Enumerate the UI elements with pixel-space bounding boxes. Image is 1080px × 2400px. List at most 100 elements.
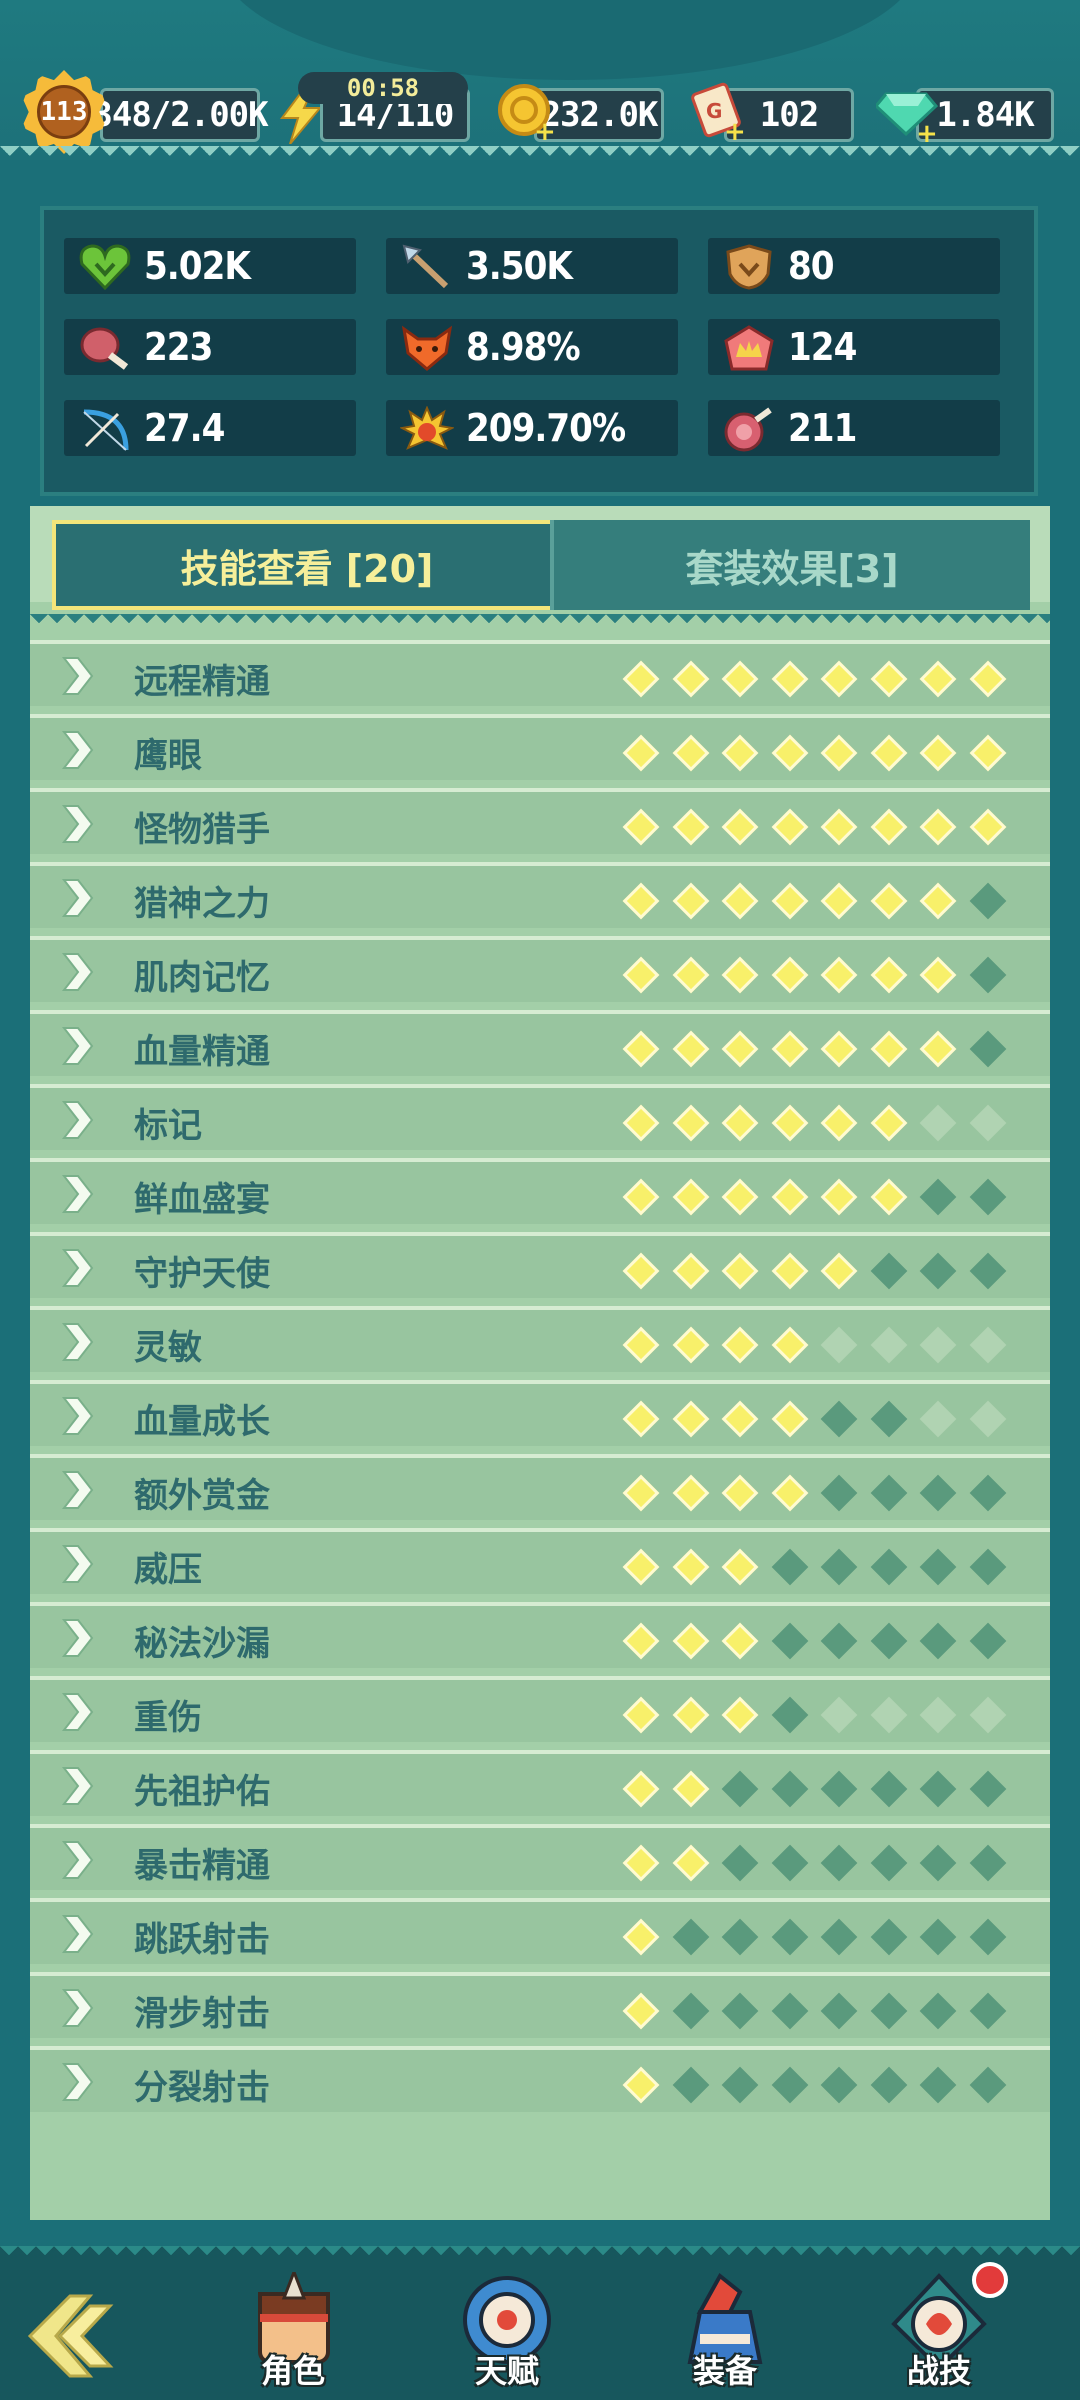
level-pip-empty xyxy=(771,1918,808,1956)
skill-name: 血量精通 xyxy=(134,1032,270,1072)
skill-row[interactable]: 分裂射击 xyxy=(30,2046,1050,2112)
level-pip-filled xyxy=(622,660,660,698)
stat-item: 5.02K xyxy=(64,238,356,294)
chevron-right-icon xyxy=(58,1024,98,1068)
skill-row[interactable]: 先祖护佑 xyxy=(30,1750,1050,1816)
level-pip-filled xyxy=(721,734,759,772)
skill-level-pips xyxy=(622,1622,1006,1660)
level-pip-filled xyxy=(622,1992,660,2030)
crown-icon xyxy=(722,325,776,371)
gold-coin-icon: + xyxy=(498,84,556,144)
nav-character[interactable]: 角色 xyxy=(228,2272,358,2400)
level-pip-empty xyxy=(771,1622,808,1660)
level-value: 113 xyxy=(37,85,91,139)
energy-timer: 00:58 xyxy=(298,72,468,104)
skill-name: 分裂射击 xyxy=(134,2068,270,2108)
level-pip-empty xyxy=(721,2066,759,2104)
chevron-right-icon xyxy=(58,1246,98,1290)
level-pip-filled xyxy=(672,956,709,994)
chevron-right-icon xyxy=(58,1838,98,1882)
stats-panel: 5.02K 3.50K 80 223 8.98% 124 27.4 209.70% 211 xyxy=(40,206,1038,496)
level-pip-empty xyxy=(771,1548,808,1586)
level-pip-filled xyxy=(771,1030,808,1068)
skill-name: 灵敏 xyxy=(134,1328,202,1368)
tab-set-effects[interactable]: 套装效果[3] xyxy=(550,520,1030,610)
level-pip-filled xyxy=(721,1030,759,1068)
level-pip-filled xyxy=(820,1104,858,1142)
skill-row[interactable]: 秘法沙漏 xyxy=(30,1602,1050,1668)
skill-name: 肌肉记忆 xyxy=(134,958,270,998)
skill-row[interactable]: 血量成长 xyxy=(30,1380,1050,1446)
skill-name: 鲜血盛宴 xyxy=(134,1180,270,1220)
skill-row[interactable]: 肌肉记忆 xyxy=(30,936,1050,1002)
level-pip-filled xyxy=(820,1178,858,1216)
level-pip-empty xyxy=(969,1548,1006,1586)
chevron-right-icon xyxy=(58,802,98,846)
skill-row[interactable]: 暴击精通 xyxy=(30,1824,1050,1890)
level-pip-filled xyxy=(622,882,660,920)
stat-item: 80 xyxy=(708,238,1000,294)
spear-icon xyxy=(400,244,454,290)
tab-skill-view[interactable]: 技能查看 [20] xyxy=(52,520,562,610)
level-pip-empty xyxy=(919,1104,957,1142)
back-arrow-icon[interactable] xyxy=(20,2286,130,2386)
skill-row[interactable]: 守护天使 xyxy=(30,1232,1050,1298)
level-pip-filled xyxy=(771,808,808,846)
level-pip-filled xyxy=(622,1696,660,1734)
chevron-right-icon xyxy=(58,654,98,698)
header-divider xyxy=(0,146,1080,166)
heart-icon xyxy=(78,244,132,291)
level-pip-filled xyxy=(672,1770,709,1808)
level-pip-filled xyxy=(771,1400,808,1438)
level-pip-filled xyxy=(919,734,957,772)
skill-row[interactable]: 血量精通 xyxy=(30,1010,1050,1076)
skill-row[interactable]: 远程精通 xyxy=(30,640,1050,706)
level-pip-filled xyxy=(870,1104,907,1142)
level-pip-filled xyxy=(820,1030,858,1068)
skill-level-pips xyxy=(622,1252,1006,1290)
skill-row[interactable]: 鲜血盛宴 xyxy=(30,1158,1050,1224)
skill-row[interactable]: 额外赏金 xyxy=(30,1454,1050,1520)
level-pip-filled xyxy=(919,808,957,846)
level-pip-empty xyxy=(919,2066,957,2104)
skill-row[interactable]: 怪物猎手 xyxy=(30,788,1050,854)
skill-row[interactable]: 标记 xyxy=(30,1084,1050,1150)
skill-panel: 技能查看 [20] 套装效果[3] 远程精通鹰眼怪物猎手猎神之力肌肉记忆血量精通… xyxy=(30,506,1050,2220)
level-pip-empty xyxy=(870,2066,907,2104)
level-pip-filled xyxy=(622,808,660,846)
nav-character-label: 角色 xyxy=(260,2352,325,2390)
chevron-right-icon xyxy=(58,1468,98,1512)
skill-level-pips xyxy=(622,1400,1006,1438)
nav-equipment[interactable]: 装备 xyxy=(660,2272,790,2400)
level-pip-empty xyxy=(771,1696,808,1734)
level-pip-filled xyxy=(870,734,907,772)
chevron-right-icon xyxy=(58,1542,98,1586)
level-pip-empty xyxy=(919,1770,957,1808)
skill-row[interactable]: 威压 xyxy=(30,1528,1050,1594)
exp-value: 348/2.00K xyxy=(92,95,268,135)
level-pip-filled xyxy=(771,1104,808,1142)
skill-row[interactable]: 猎神之力 xyxy=(30,862,1050,928)
level-pip-filled xyxy=(969,660,1006,698)
skill-row[interactable]: 跳跃射击 xyxy=(30,1898,1050,1964)
level-pip-filled xyxy=(622,1548,660,1586)
skill-row[interactable]: 灵敏 xyxy=(30,1306,1050,1372)
level-pip-empty xyxy=(919,1400,957,1438)
skill-name: 滑步射击 xyxy=(134,1994,270,2034)
level-pip-filled xyxy=(622,1622,660,1660)
level-pip-empty xyxy=(969,2066,1006,2104)
skill-row[interactable]: 重伤 xyxy=(30,1676,1050,1742)
chevron-right-icon xyxy=(58,1394,98,1438)
level-pip-filled xyxy=(721,1622,759,1660)
level-pip-filled xyxy=(622,1178,660,1216)
nav-talent[interactable]: 天赋 xyxy=(442,2272,572,2400)
ticket-value: 102 xyxy=(759,95,819,135)
skill-row[interactable]: 滑步射击 xyxy=(30,1972,1050,2038)
skill-level-pips xyxy=(622,882,1006,920)
chevron-right-icon xyxy=(58,1912,98,1956)
level-pip-empty xyxy=(870,1252,907,1290)
level-pip-filled xyxy=(672,1400,709,1438)
level-pip-empty xyxy=(870,1622,907,1660)
skill-row[interactable]: 鹰眼 xyxy=(30,714,1050,780)
tab-bar: 技能查看 [20] 套装效果[3] xyxy=(30,506,1050,610)
